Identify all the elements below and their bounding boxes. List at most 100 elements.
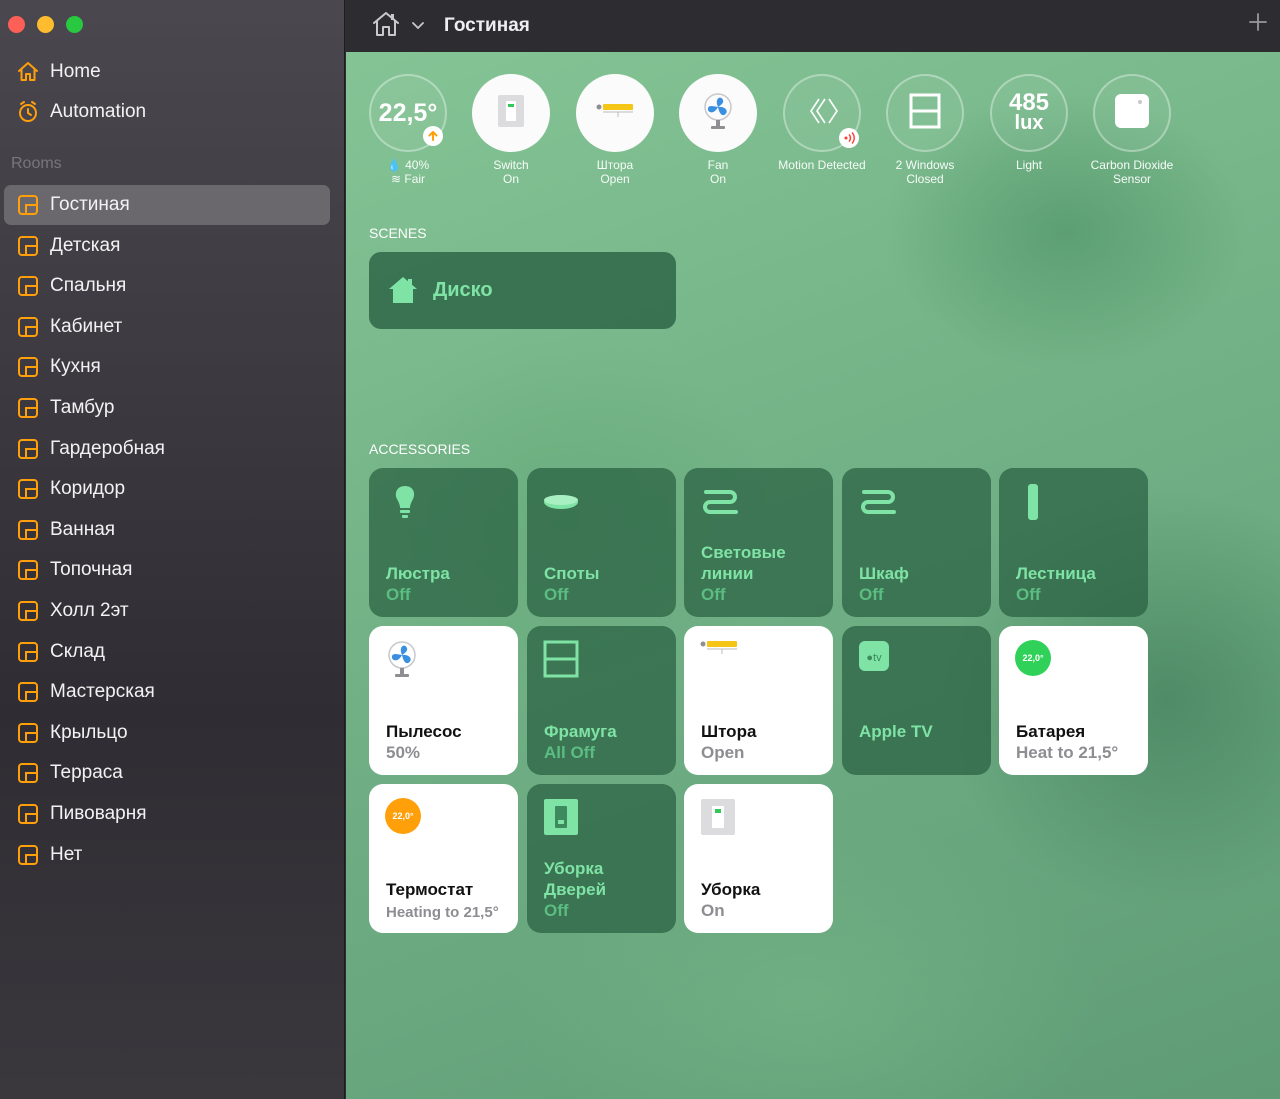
tile-state: 50% [386, 743, 421, 762]
scenes-header: SCENES [369, 225, 427, 241]
sidebar-item-room[interactable]: Тамбур [4, 388, 330, 428]
accessory-tile-apple-tv[interactable]: ●tv Apple TV [842, 626, 991, 775]
plus-icon [1249, 12, 1267, 36]
tile-name: Световые линии [701, 543, 786, 583]
accessory-tile-door-cleaning[interactable]: Уборка Дверей Off [527, 784, 676, 933]
status-state: On [502, 172, 519, 186]
sidebar-item-label: Гостиная [50, 194, 130, 215]
accessory-tile-curtain[interactable]: Штора Open [684, 626, 833, 775]
status-fan[interactable]: Fan On [666, 74, 770, 186]
motion-sensor-icon [805, 96, 839, 131]
sidebar-item-room[interactable]: Крыльцо [4, 713, 330, 753]
sidebar-item-label: Кухня [50, 356, 101, 378]
sidebar-item-room[interactable]: Терраса [4, 753, 330, 793]
sidebar-item-room[interactable]: Гардеробная [4, 429, 330, 469]
home-menu-button[interactable] [370, 10, 402, 42]
accessory-tile-thermostat[interactable]: 22,0° Термостат Heating to 21,5° [369, 784, 518, 933]
status-co2[interactable]: Carbon Dioxide Sensor [1080, 74, 1184, 186]
tile-state: Off [544, 901, 569, 920]
sidebar-item-room[interactable]: Пивоварня [4, 794, 330, 834]
sidebar-item-room[interactable]: Топочная [4, 550, 330, 590]
fan-icon [385, 640, 425, 680]
tile-name: Шкаф [859, 564, 909, 583]
sidebar-item-label: Детская [50, 234, 121, 256]
accessory-tile-radiator[interactable]: 22,0° Батарея Heat to 21,5° [999, 626, 1148, 775]
wind-icon: ≋ [390, 172, 402, 186]
sidebar-item-room[interactable]: Склад [4, 632, 330, 672]
room-icon [14, 800, 42, 828]
light-strip-icon [700, 482, 740, 522]
sidebar-item-label: Спальня [50, 275, 127, 297]
sidebar: Home Automation Rooms Гостиная Детская Спа… [0, 0, 345, 1099]
status-motion[interactable]: Motion Detected [770, 74, 874, 172]
sidebar-item-label: Мастерская [50, 681, 155, 703]
status-state: Closed [906, 172, 944, 186]
accessory-tile-cleaning[interactable]: Уборка On [684, 784, 833, 933]
tile-name: Лестница [1016, 564, 1096, 583]
status-curtain[interactable]: Штора Open [563, 74, 667, 186]
sidebar-item-room[interactable]: Холл 2эт [4, 591, 330, 631]
sidebar-item-label: Пивоварня [50, 803, 147, 824]
window-controls [8, 16, 83, 33]
sidebar-item-room[interactable]: Гостиная [4, 185, 330, 225]
air-quality-label: ≋ Fair [390, 172, 426, 186]
room-icon [14, 313, 42, 341]
accessory-tile-wardrobe[interactable]: Шкаф Off [842, 468, 991, 617]
rooms-header: Rooms [11, 155, 62, 172]
sidebar-item-room[interactable]: Мастерская [4, 672, 330, 712]
chevron-down-icon[interactable] [410, 18, 426, 34]
status-name: Switch [493, 158, 529, 172]
house-icon [14, 58, 42, 86]
sidebar-item-room[interactable]: Коридор [4, 469, 330, 509]
status-name: Light [1015, 158, 1043, 172]
accessory-tile-spots[interactable]: Споты Off [527, 468, 676, 617]
status-switch[interactable]: Switch On [459, 74, 563, 186]
sidebar-item-room[interactable]: Нет [4, 835, 330, 875]
sidebar-item-home[interactable]: Home [4, 52, 330, 92]
minimize-window-button[interactable] [37, 16, 54, 33]
spotlight-icon [543, 482, 583, 522]
sidebar-item-room[interactable]: Кухня [4, 347, 330, 387]
house-icon [371, 10, 401, 43]
add-button[interactable] [1246, 12, 1270, 36]
status-light[interactable]: 485 lux Light [977, 74, 1081, 172]
sidebar-item-label: Топочная [50, 559, 133, 581]
accessory-tile-vacuum[interactable]: Пылесос 50% [369, 626, 518, 775]
temperature-value: 22,5° [378, 98, 438, 127]
status-windows[interactable]: 2 Windows Closed [873, 74, 977, 186]
sidebar-item-room[interactable]: Ванная [4, 510, 330, 550]
accessory-tile-light-strips[interactable]: Световые линии Off [684, 468, 833, 617]
sidebar-item-room[interactable]: Детская [4, 226, 330, 266]
room-icon [14, 191, 42, 219]
room-icon [14, 516, 42, 544]
curtain-icon [700, 640, 740, 680]
motion-active-icon [839, 128, 859, 148]
tile-name: Уборка Дверей [544, 859, 607, 899]
tile-state: Off [859, 585, 884, 604]
tile-name: Apple TV [859, 722, 933, 741]
window-icon [543, 640, 583, 680]
tile-name: Фрамуга [544, 722, 617, 741]
room-icon [14, 232, 42, 260]
tile-state: Off [701, 585, 726, 604]
sensor-icon [1114, 93, 1150, 134]
sidebar-item-label: Ванная [50, 518, 116, 540]
sidebar-item-room[interactable]: Кабинет [4, 307, 330, 347]
room-view: Гостиная 22,5° 💧 40% ≋ Fair Switch On Шт… [346, 0, 1280, 1099]
zoom-window-button[interactable] [66, 16, 83, 33]
scene-disco[interactable]: Диско [369, 252, 676, 329]
scene-label: Диско [433, 279, 493, 301]
room-icon [14, 841, 42, 869]
sidebar-item-automation[interactable]: Automation [4, 92, 330, 132]
lux-value: 485 lux [1008, 89, 1050, 134]
accessory-tile-chandelier[interactable]: Люстра Off [369, 468, 518, 617]
room-icon [14, 394, 42, 422]
close-window-button[interactable] [8, 16, 25, 33]
status-climate[interactable]: 22,5° 💧 40% ≋ Fair [356, 74, 460, 186]
accessory-tile-transom[interactable]: Фрамуга All Off [527, 626, 676, 775]
sidebar-item-label: Нет [50, 843, 83, 865]
tile-name: Пылесос [386, 722, 462, 741]
accessory-tile-stairs[interactable]: Лестница Off [999, 468, 1148, 617]
sidebar-item-room[interactable]: Спальня [4, 266, 330, 306]
switch-icon [497, 94, 525, 133]
